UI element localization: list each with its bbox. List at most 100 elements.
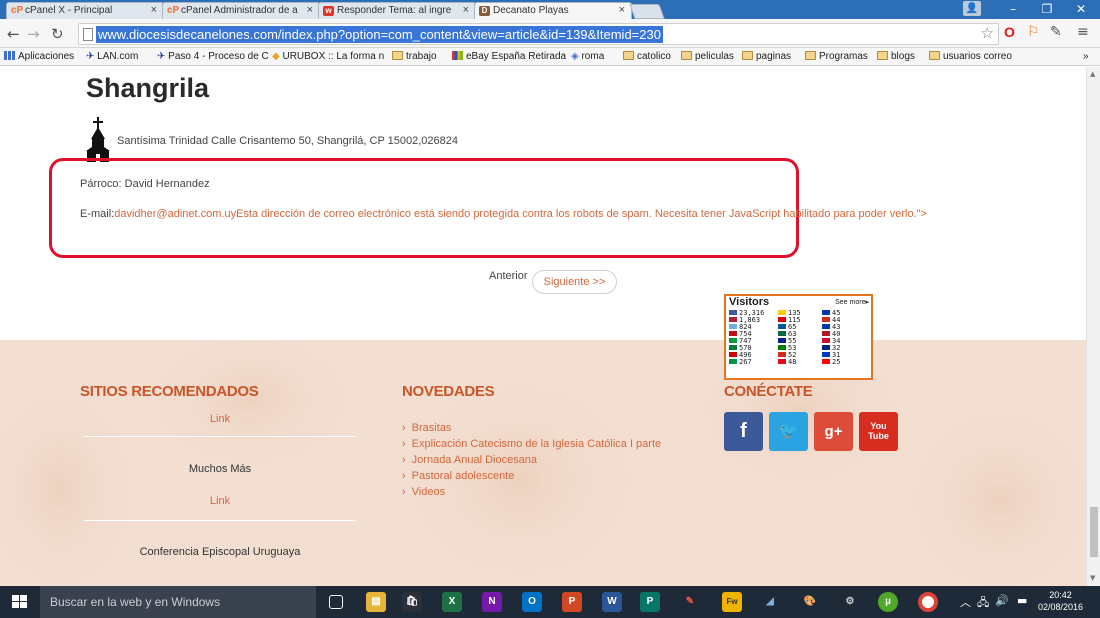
parish-address: Santísima Trinidad Calle Crisantemo 50, …	[117, 135, 458, 147]
visitor-row: 25	[822, 359, 840, 366]
bookmark-folder-catolico[interactable]: catolico	[623, 51, 671, 62]
utility-icon[interactable]: ⚙	[840, 592, 860, 612]
see-more-link[interactable]: See more▸	[835, 298, 869, 306]
volume-icon[interactable]: 🔊	[995, 594, 1009, 607]
maximize-button[interactable]: ❐	[1030, 0, 1064, 19]
onenote-icon[interactable]: N	[482, 592, 502, 612]
extension-icon[interactable]: ⚐	[1027, 24, 1040, 40]
news-item[interactable]: Brasitas	[402, 420, 661, 436]
flag-icon	[778, 310, 786, 315]
bookmark-folder-trabajo[interactable]: trabajo	[392, 51, 437, 62]
excel-icon[interactable]: X	[442, 592, 462, 612]
plane-icon: ✈	[86, 51, 98, 62]
bookmark-lan[interactable]: ✈ LAN.com	[86, 51, 138, 62]
footer-link[interactable]: Link	[84, 413, 356, 425]
url-text[interactable]: www.diocesisdecanelones.com/index.php?op…	[96, 26, 663, 43]
bookmark-folder-paginas[interactable]: paginas	[742, 51, 791, 62]
bookmarks-overflow-button[interactable]: »	[1083, 51, 1089, 62]
store-icon[interactable]: 🛍	[402, 592, 422, 612]
next-page-button[interactable]: Siguiente >>	[532, 270, 617, 294]
utorrent-icon[interactable]: µ	[878, 592, 898, 612]
news-item[interactable]: Jornada Anual Diocesana	[402, 452, 661, 468]
bookmark-star-icon[interactable]: ☆	[981, 24, 994, 42]
visitors-counter-widget[interactable]: Visitors See more▸ 23,316 1,863 824 754 …	[724, 294, 873, 380]
bookmark-folder-usuarios-correo[interactable]: usuarios correo	[929, 51, 1012, 62]
reload-icon[interactable]: ↻	[51, 25, 64, 43]
powerpoint-icon[interactable]: P	[562, 592, 582, 612]
close-icon[interactable]: ×	[463, 4, 469, 16]
bookmark-urubox[interactable]: ◆ URUBOX :: La forma n	[272, 51, 384, 62]
address-bar[interactable]: www.diocesisdecanelones.com/index.php?op…	[78, 23, 999, 45]
flag-icon	[822, 359, 830, 364]
flag-icon	[729, 331, 737, 336]
menu-icon[interactable]: ≡	[1077, 24, 1089, 40]
pen-tool-icon[interactable]: ✎	[680, 592, 700, 612]
news-item[interactable]: Videos	[402, 484, 661, 500]
flag-icon	[729, 359, 737, 364]
new-tab-button[interactable]	[629, 4, 665, 19]
file-explorer-icon[interactable]: ▤	[366, 592, 386, 612]
twitter-icon[interactable]: 🐦	[769, 412, 808, 451]
forward-arrow-icon[interactable]: →	[27, 25, 40, 43]
tab-decanato-playas[interactable]: D Decanato Playas ×	[474, 2, 632, 19]
flag-icon	[778, 331, 786, 336]
divider	[84, 520, 356, 521]
task-view-icon[interactable]	[329, 595, 343, 609]
pen-extension-icon[interactable]: ✎	[1050, 24, 1062, 40]
news-item[interactable]: Explicación Catecismo de la Iglesia Cató…	[402, 436, 661, 452]
publisher-icon[interactable]: P	[640, 592, 660, 612]
tab-cpanel-principal[interactable]: cP cPanel X - Principal ×	[6, 2, 164, 19]
close-window-button[interactable]: ✕	[1064, 0, 1098, 19]
fireworks-icon[interactable]: Fw	[722, 592, 742, 612]
folder-icon	[929, 51, 940, 60]
vertical-scrollbar[interactable]: ▲ ▼	[1086, 67, 1100, 586]
bookmark-folder-programas[interactable]: Programas	[805, 51, 868, 62]
youtube-icon[interactable]: You Tube	[859, 412, 898, 451]
site-footer: SITIOS RECOMENDADOS Link Muchos Más Link…	[0, 340, 1086, 586]
scroll-down-arrow-icon[interactable]: ▼	[1090, 574, 1095, 582]
close-icon[interactable]: ×	[151, 4, 157, 16]
scroll-up-arrow-icon[interactable]: ▲	[1090, 70, 1095, 78]
network-icon[interactable]: 🖧	[977, 594, 989, 613]
bookmark-paso4[interactable]: ✈ Paso 4 - Proceso de C	[157, 51, 269, 62]
email-link[interactable]: davidher@adinet.com.uyEsta dirección de …	[114, 208, 927, 220]
bookmark-folder-blogs[interactable]: blogs	[877, 51, 915, 62]
google-plus-icon[interactable]: g+	[814, 412, 853, 451]
footer-title-novedades: NOVEDADES	[402, 383, 495, 400]
clock-date: 02/08/2016	[1038, 602, 1084, 612]
bookmark-roma[interactable]: ◈ roma	[571, 51, 604, 62]
footer-title-conectate: CONÉCTATE	[724, 383, 813, 400]
footer-link[interactable]: Link	[84, 495, 356, 507]
urubox-icon: ◆	[272, 51, 283, 62]
chrome-icon[interactable]	[918, 592, 938, 612]
facebook-icon[interactable]: f	[724, 412, 763, 451]
outlook-icon[interactable]: O	[522, 592, 542, 612]
flag-icon	[778, 359, 786, 364]
gallery-icon[interactable]: ◢	[760, 592, 780, 612]
bookmark-folder-peliculas[interactable]: peliculas	[681, 51, 734, 62]
windows-start-icon[interactable]	[0, 586, 40, 618]
paint-icon[interactable]: 🎨	[800, 592, 820, 612]
divider	[84, 436, 356, 437]
apps-grid-icon	[4, 51, 15, 60]
close-icon[interactable]: ×	[619, 4, 625, 16]
back-arrow-icon[interactable]: ←	[7, 25, 20, 43]
tray-expand-icon[interactable]: ︿	[960, 594, 971, 610]
news-item[interactable]: Pastoral adolescente	[402, 468, 661, 484]
scrollbar-thumb[interactable]	[1090, 507, 1098, 557]
bookmark-ebay[interactable]: eBay España Retirada	[452, 51, 566, 62]
minimize-button[interactable]: –	[996, 0, 1030, 19]
footer-item-conferencia[interactable]: Conferencia Episcopal Uruguaya	[84, 546, 356, 558]
user-profile-icon[interactable]: 👤	[963, 1, 981, 16]
close-icon[interactable]: ×	[307, 4, 313, 16]
taskbar-clock[interactable]: 20:42 02/08/2016	[1038, 589, 1083, 613]
tab-cpanel-admin[interactable]: cP cPanel Administrador de a ×	[162, 2, 320, 19]
flag-icon	[822, 338, 830, 343]
bookmark-apps[interactable]: Aplicaciones	[4, 51, 74, 62]
notifications-icon[interactable]: ▬	[1017, 594, 1027, 607]
word-icon[interactable]: W	[602, 592, 622, 612]
tab-responder-tema[interactable]: w Responder Tema: al ingre ×	[318, 2, 476, 19]
opera-icon[interactable]: O	[1004, 24, 1015, 40]
forum-icon: w	[323, 6, 334, 16]
taskbar-search-input[interactable]: Buscar en la web y en Windows	[40, 586, 316, 618]
